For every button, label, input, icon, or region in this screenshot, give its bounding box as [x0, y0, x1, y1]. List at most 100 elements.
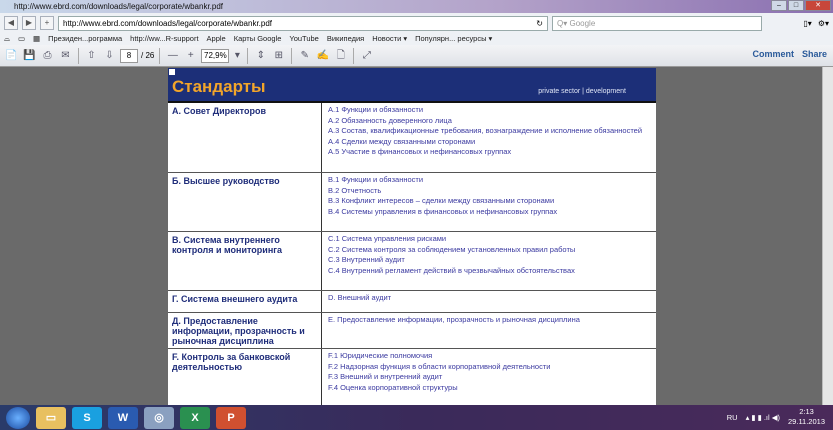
document-title: Стандарты [172, 77, 266, 96]
bookmark[interactable]: Новости ▾ [372, 33, 407, 45]
word-icon[interactable]: W [108, 406, 138, 429]
pdf-page: Стандарты private sector | development А… [168, 68, 656, 405]
email-icon[interactable]: ✉ [58, 48, 73, 63]
section-label: Д. Предоставление информации, прозрачнос… [168, 313, 322, 348]
section-items: F.1 Юридические полномочия F.2 Надзорная … [322, 349, 656, 405]
grid-icon[interactable]: ▦ [33, 33, 40, 45]
zoom-dropdown-icon[interactable]: ▾ [232, 48, 242, 63]
explorer-icon[interactable]: ▭ [36, 406, 66, 429]
table-row: F. Контроль за банковской деятельностью F… [168, 349, 656, 405]
close-button[interactable]: ✕ [805, 0, 831, 11]
taskbar: ▭ S W ◎ X P RU ▴ ▮ ▮ .ıl ◀) 2:13 29.11.201… [0, 405, 833, 430]
bookmark[interactable]: YouTube [289, 33, 318, 45]
bookmarks-bar: ⌓ ▭ ▦ Президен...рограмма http://ww...R-su… [0, 33, 833, 45]
bookmark[interactable]: Президен...рограмма [48, 33, 122, 45]
nav-bar: ◀ ▶ + http://www.ebrd.com/downloads/lega… [0, 13, 833, 33]
share-button[interactable]: Share [802, 49, 827, 59]
section-item: А.2 Обязанность доверенного лица [328, 115, 452, 125]
section-items: В.1 Функции и обязанности В.2 Отчетность В… [322, 173, 656, 231]
start-button[interactable] [6, 406, 30, 429]
section-item: С.4 Внутренний регламент действий в чрез… [328, 265, 575, 275]
section-item: E. Предоставление информации, прозрачнос… [328, 315, 580, 324]
fit-width-icon[interactable]: ⇕ [253, 48, 268, 63]
save-icon[interactable]: 💾 [22, 48, 37, 63]
bookmark[interactable]: Википедия [327, 33, 364, 45]
section-item: В.4 Системы управления в финансовых и не… [328, 206, 558, 216]
excel-icon[interactable]: X [180, 406, 210, 429]
page-menu-icon[interactable]: ▯▾ [803, 19, 811, 28]
reload-icon[interactable]: ↻ [536, 17, 543, 30]
minimize-button[interactable]: – [771, 0, 787, 11]
section-item: D. Внешний аудит [328, 293, 392, 302]
zoom-in-icon[interactable]: + [183, 48, 198, 63]
section-label: В. Система внутреннего контроля и монито… [168, 232, 322, 290]
section-item: В.1 Функции и обязанности [328, 175, 424, 184]
section-label: F. Контроль за банковской деятельностью [168, 349, 322, 405]
fit-page-icon[interactable]: ⊞ [271, 48, 286, 63]
section-item: С.3 Внутренний аудит [328, 255, 405, 264]
sign-icon[interactable]: ✎ [297, 48, 312, 63]
page-number-input[interactable]: 8 [120, 48, 138, 63]
section-items: А.1 Функции и обязанности А.2 Обязанность… [322, 103, 656, 172]
edit-icon[interactable]: ✍ [315, 48, 330, 63]
zoom-out-icon[interactable]: — [165, 48, 180, 63]
bookmark[interactable]: Карты Google [234, 33, 282, 45]
print-icon[interactable]: ⎙ [40, 48, 55, 63]
book-icon[interactable]: ▭ [18, 33, 25, 45]
document-subtitle: private sector | development [538, 88, 626, 95]
search-input[interactable]: Q▾ Google [552, 15, 762, 31]
section-item: В.2 Отчетность [328, 185, 382, 195]
section-item: С.1 Система управления рисками [328, 234, 447, 243]
forward-button[interactable]: ▶ [22, 16, 36, 30]
create-pdf-icon[interactable]: 📄 [4, 48, 19, 63]
page-total: / 26 [141, 51, 155, 60]
section-item: В.3 Конфликт интересов – сделки между св… [328, 196, 555, 205]
window-title: http://www.ebrd.com/downloads/legal/corp… [14, 2, 224, 11]
document-header: Стандарты private sector | development [168, 68, 656, 103]
section-items: D. Внешний аудит [322, 291, 656, 312]
add-bookmark-button[interactable]: + [40, 16, 54, 30]
section-item: А.1 Функции и обязанности [328, 105, 424, 114]
fullscreen-icon[interactable]: ⤢ [359, 48, 374, 63]
gear-icon[interactable]: ⚙▾ [818, 19, 829, 28]
skype-icon[interactable]: S [72, 406, 102, 429]
table-row: В. Система внутреннего контроля и монито… [168, 232, 656, 291]
section-label: А. Совет Директоров [168, 103, 322, 172]
section-item: F.2 Надзорная функция в области корпорат… [328, 361, 551, 371]
section-label: Г. Система внешнего аудита [168, 291, 322, 312]
table-row: Г. Система внешнего аудита D. Внешний ауд… [168, 291, 656, 313]
section-label: Б. Высшее руководство [168, 173, 322, 231]
section-item: F.3 Внешний и внутренний аудит [328, 372, 443, 381]
clock[interactable]: 2:13 29.11.2013 [788, 407, 825, 427]
section-items: С.1 Система управления рисками С.2 Систем… [322, 232, 656, 290]
bookmark[interactable]: Apple [207, 33, 226, 45]
zoom-input[interactable]: 72,9% [201, 48, 230, 63]
table-row: Б. Высшее руководство В.1 Функции и обяза… [168, 173, 656, 232]
table-row: А. Совет Директоров А.1 Функции и обязанн… [168, 103, 656, 173]
bookmark[interactable]: http://ww...R-support [130, 33, 198, 45]
scrollbar[interactable] [822, 67, 833, 405]
powerpoint-icon[interactable]: P [216, 406, 246, 429]
section-item: А.3 Состав, квалификационные требования,… [328, 126, 643, 135]
reading-list-icon[interactable]: ⌓ [4, 33, 10, 45]
section-item: F.4 Оценка корпоративной структуры [328, 382, 458, 392]
back-button[interactable]: ◀ [4, 16, 18, 30]
prev-page-icon[interactable]: ⇧ [84, 48, 99, 63]
url-input[interactable]: http://www.ebrd.com/downloads/legal/corp… [58, 15, 548, 31]
section-item: F.1 Юридические полномочия [328, 351, 433, 360]
maximize-button[interactable]: □ [788, 0, 804, 11]
section-item: А.4 Сделки между связанными сторонами [328, 136, 476, 146]
section-item: С.2 Система контроля за соблюдением уста… [328, 244, 576, 254]
title-bar: http://www.ebrd.com/downloads/legal/corp… [0, 0, 833, 13]
table-row: Д. Предоставление информации, прозрачнос… [168, 313, 656, 349]
pdf-toolbar: 📄 💾 ⎙ ✉ ⇧ ⇩ 8 / 26 — + 72,9% ▾ ⇕ ⊞ ✎ ✍ 🗋… [0, 45, 833, 67]
tray-icons[interactable]: ▴ ▮ ▮ .ıl ◀) [746, 413, 780, 422]
bookmark[interactable]: Популярн... ресурсы ▾ [415, 33, 492, 45]
language-indicator[interactable]: RU [727, 413, 738, 422]
comment-button[interactable]: Comment [752, 49, 794, 59]
section-items: E. Предоставление информации, прозрачнос… [322, 313, 656, 348]
safari-icon[interactable]: ◎ [144, 406, 174, 429]
document-icon[interactable]: 🗋 [333, 48, 348, 63]
section-item: А.5 Участие в финансовых и нефинансовых … [328, 147, 512, 156]
next-page-icon[interactable]: ⇩ [102, 48, 117, 63]
